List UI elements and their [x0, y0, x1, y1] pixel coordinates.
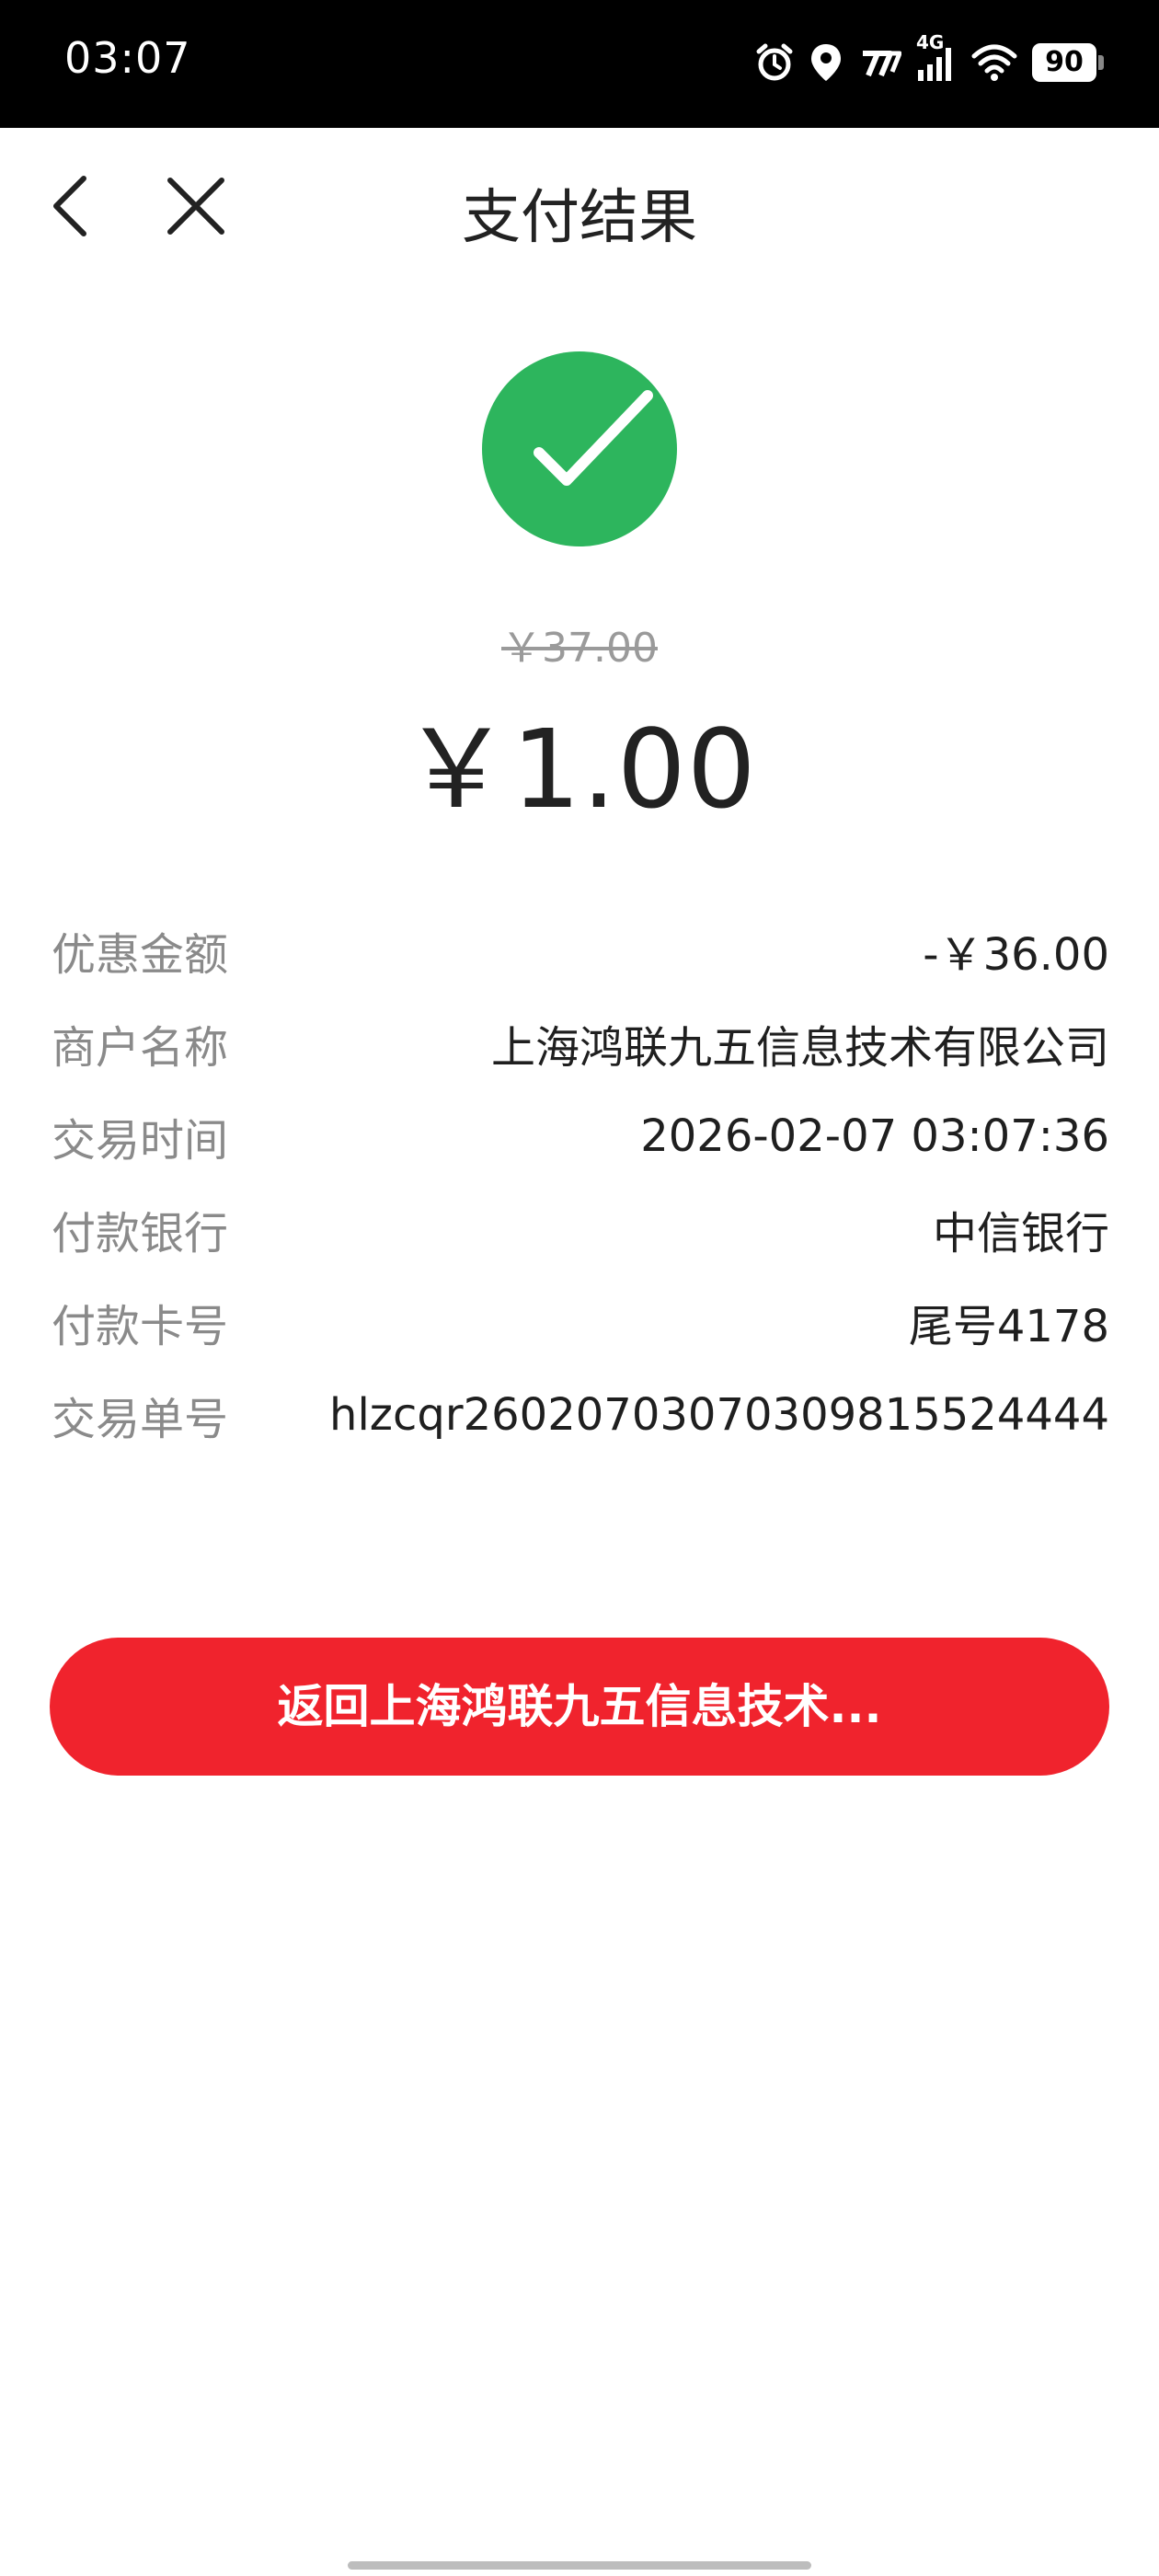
- detail-label: 商户名称: [52, 1021, 229, 1074]
- detail-value: 尾号4178: [908, 1300, 1109, 1352]
- detail-row-discount: 优惠金额 -￥36.00: [52, 903, 1109, 996]
- detail-value: -￥36.00: [923, 928, 1109, 981]
- transaction-details: 优惠金额 -￥36.00 商户名称 上海鸿联九五信息技术有限公司 交易时间 20…: [52, 903, 1109, 1461]
- battery-level: 90: [1045, 46, 1084, 78]
- alarm-icon: [754, 42, 795, 83]
- detail-value: 中信银行: [932, 1207, 1109, 1259]
- detail-label: 付款银行: [52, 1207, 229, 1259]
- detail-row-time: 交易时间 2026-02-07 03:07:36: [52, 1089, 1109, 1182]
- network-type-label: 4G: [916, 31, 945, 53]
- battery-icon: 90: [1032, 43, 1104, 82]
- network-speed-icon: [857, 44, 901, 81]
- detail-label: 付款卡号: [52, 1300, 229, 1352]
- detail-row-bank: 付款银行 中信银行: [52, 1182, 1109, 1275]
- detail-label: 交易单号: [52, 1393, 229, 1445]
- detail-label: 交易时间: [52, 1114, 229, 1167]
- detail-row-order-number: 交易单号 hlzcqr26020703070309815524444: [52, 1368, 1109, 1461]
- nav-bar: 支付结果: [0, 128, 1159, 293]
- detail-label: 优惠金额: [52, 928, 229, 981]
- wifi-icon: [971, 43, 1017, 82]
- status-bar: 03:07 4G 90: [0, 0, 1159, 128]
- return-to-merchant-button[interactable]: 返回上海鸿联九五信息技术...: [50, 1638, 1109, 1776]
- check-circle-icon: [480, 350, 679, 548]
- page-title: 支付结果: [462, 184, 697, 252]
- location-icon: [809, 42, 843, 83]
- original-price: ￥37.00: [501, 625, 658, 672]
- detail-row-card: 付款卡号 尾号4178: [52, 1275, 1109, 1368]
- status-time: 03:07: [64, 33, 191, 83]
- cellular-signal-icon: 4G: [916, 31, 957, 83]
- home-indicator[interactable]: [348, 2561, 811, 2570]
- detail-value: 2026-02-07 03:07:36: [640, 1110, 1109, 1162]
- detail-value: hlzcqr26020703070309815524444: [329, 1388, 1109, 1441]
- detail-row-merchant: 商户名称 上海鸿联九五信息技术有限公司: [52, 996, 1109, 1089]
- status-icons: 4G 90: [754, 31, 1104, 90]
- detail-value: 上海鸿联九五信息技术有限公司: [490, 1021, 1109, 1074]
- paid-amount: ￥1.00: [402, 706, 757, 833]
- payment-result-screen: 03:07 4G 90 支付结果 ￥37.00 ￥1.00 优惠金额 -￥36.…: [0, 0, 1159, 2576]
